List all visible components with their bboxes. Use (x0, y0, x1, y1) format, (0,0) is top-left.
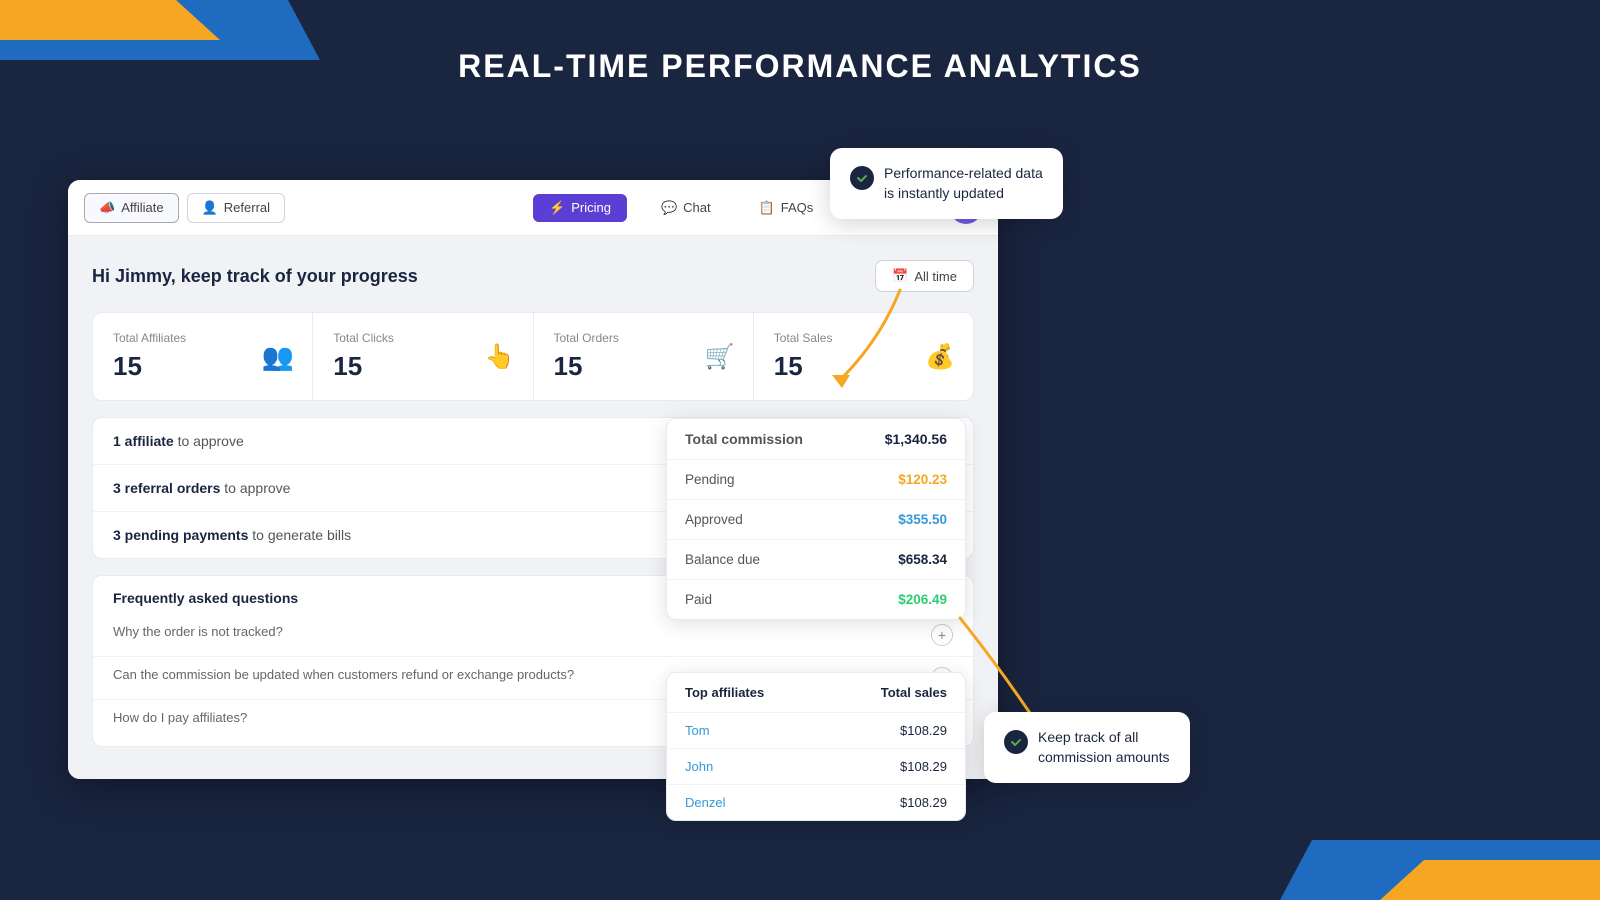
stats-row: Total Affiliates 15 👥 Total Clicks 15 👆 … (92, 312, 974, 401)
nav-pricing-button[interactable]: ⚡ Pricing (533, 194, 627, 222)
tooltip-performance-text: Performance-related datais instantly upd… (884, 164, 1043, 203)
chat-icon: 💬 (661, 200, 677, 216)
affiliate-row-john: John $108.29 (667, 749, 965, 785)
all-time-button[interactable]: 📅 All time (875, 260, 974, 292)
tooltip-commission: Keep track of allcommission amounts (984, 712, 1190, 783)
affiliate-row-tom: Tom $108.29 (667, 713, 965, 749)
check-icon (1004, 730, 1028, 754)
content-header: Hi Jimmy, keep track of your progress 📅 … (92, 260, 974, 292)
commission-pending-row: Pending $120.23 (667, 460, 965, 500)
nav-chat-button[interactable]: 💬 Chat (647, 194, 725, 222)
greeting-text: Hi Jimmy, keep track of your progress (92, 266, 418, 287)
person-icon: 👤 (202, 200, 218, 216)
affiliates-panel: Top affiliates Total sales Tom $108.29 J… (666, 672, 966, 821)
commission-panel: Total commission $1,340.56 Pending $120.… (666, 418, 966, 620)
nav-affiliate-button[interactable]: 📣 Affiliate (84, 193, 179, 223)
nav-left: 📣 Affiliate 👤 Referral (84, 193, 525, 223)
megaphone-icon: 📣 (99, 200, 115, 216)
list-item-text: 3 referral orders to approve (113, 480, 290, 496)
tooltip-performance: Performance-related datais instantly upd… (830, 148, 1063, 219)
tooltip-commission-text: Keep track of allcommission amounts (1038, 728, 1170, 767)
stat-total-sales: Total Sales 15 💰 (754, 313, 973, 400)
cart-icon: 🛒 (705, 342, 735, 371)
faq-item-1[interactable]: Why the order is not tracked? + (93, 614, 973, 657)
coins-icon: 💰 (925, 342, 955, 371)
list-item-text: 1 affiliate to approve (113, 433, 244, 449)
list-item-text: 3 pending payments to generate bills (113, 527, 351, 543)
affiliate-row-denzel: Denzel $108.29 (667, 785, 965, 820)
greeting-prefix: Hi Jimmy, (92, 266, 181, 286)
stat-total-affiliates: Total Affiliates 15 👥 (93, 313, 313, 400)
commission-balance-row: Balance due $658.34 (667, 540, 965, 580)
calendar-icon: 📅 (892, 268, 908, 284)
pricing-icon: ⚡ (549, 200, 565, 216)
nav-faqs-button[interactable]: 📋 FAQs (745, 194, 828, 222)
cursor-icon: 👆 (485, 342, 515, 371)
affiliates-header: Top affiliates Total sales (667, 673, 965, 713)
check-icon (850, 166, 874, 190)
commission-total-row: Total commission $1,340.56 (667, 419, 965, 460)
users-icon: 👥 (262, 341, 294, 372)
commission-approved-row: Approved $355.50 (667, 500, 965, 540)
stat-total-orders: Total Orders 15 🛒 (534, 313, 754, 400)
nav-referral-button[interactable]: 👤 Referral (187, 193, 285, 223)
expand-icon: + (931, 624, 953, 646)
faqs-icon: 📋 (759, 200, 775, 216)
stat-total-clicks: Total Clicks 15 👆 (313, 313, 533, 400)
commission-paid-row: Paid $206.49 (667, 580, 965, 619)
